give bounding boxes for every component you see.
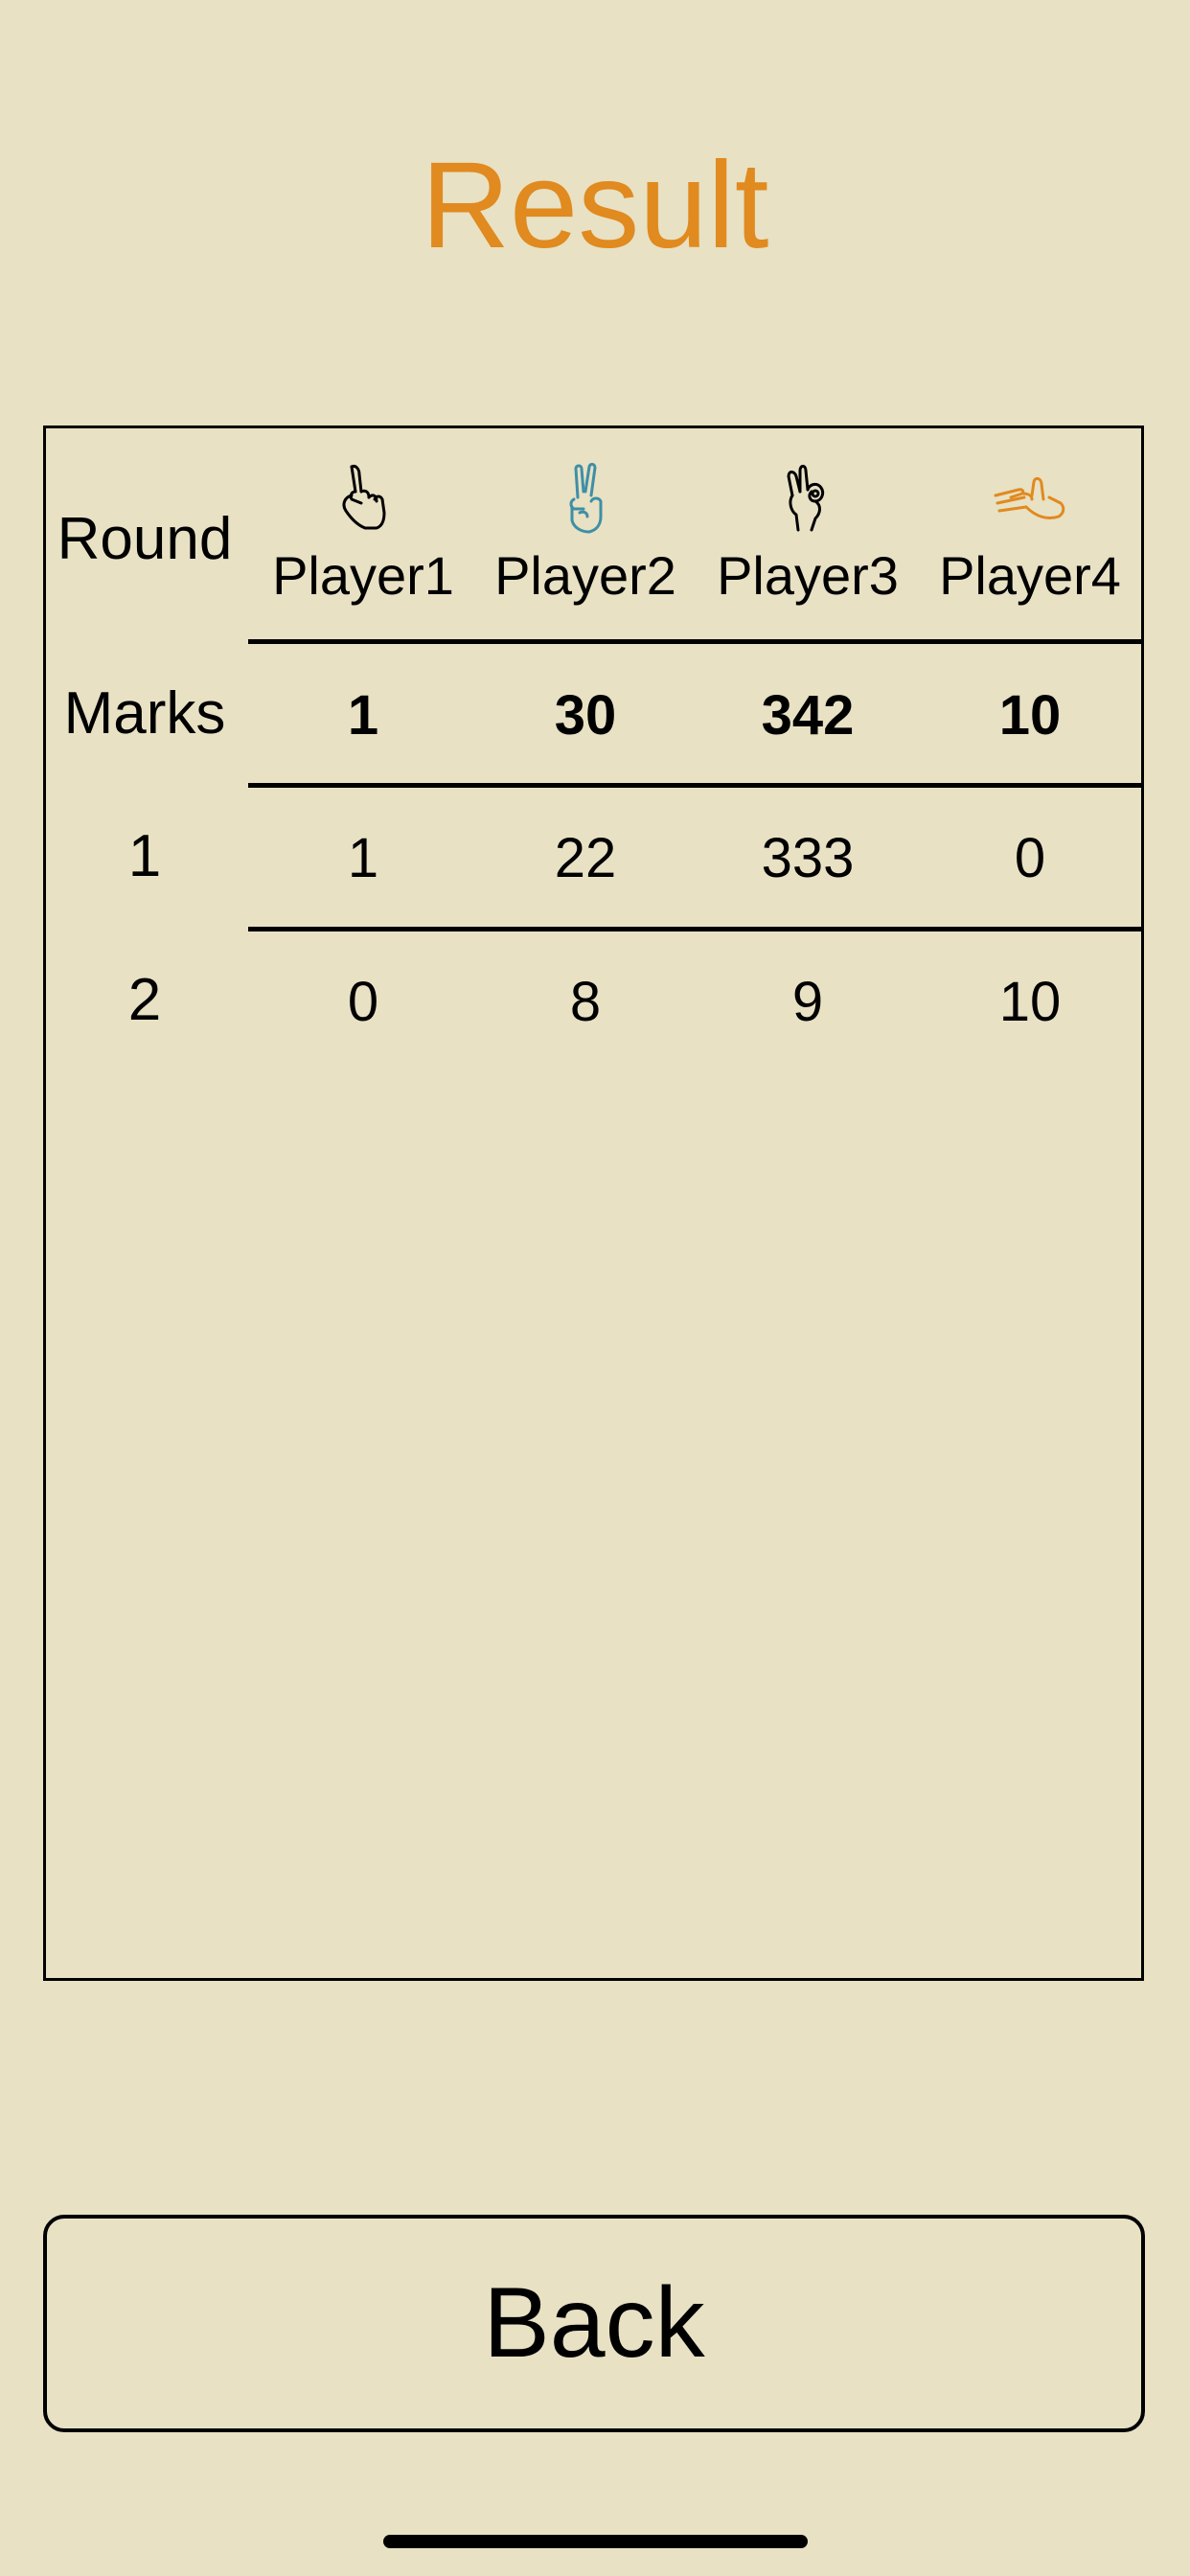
score-cell: 0 (347, 971, 379, 1033)
divider (248, 639, 1141, 644)
player-name: Player1 (272, 545, 454, 606)
divider (248, 927, 1141, 932)
open-hand-icon (994, 476, 1065, 520)
round-row-label: 2 (127, 967, 162, 1033)
results-table: Round Player1 Player2 Player3 Player4 Ma… (43, 426, 1144, 1981)
back-button[interactable]: Back (43, 2215, 1145, 2432)
score-cell: 333 (761, 827, 855, 889)
pointing-hand-icon (342, 465, 386, 530)
round-column-header: Round (57, 506, 233, 572)
player-header-1: Player1 (258, 457, 469, 607)
marks-cell: 10 (998, 684, 1062, 747)
player-name: Player3 (717, 545, 899, 606)
page-title: Result (421, 137, 769, 274)
divider (248, 783, 1141, 788)
round-row-label: 1 (127, 823, 162, 889)
score-cell: 22 (554, 827, 617, 889)
player-name: Player2 (494, 545, 676, 606)
ok-hand-icon (787, 465, 825, 532)
marks-cell: 30 (554, 684, 617, 747)
player-header-4: Player4 (925, 457, 1135, 607)
marks-row-label: Marks (63, 680, 226, 747)
player-name: Player4 (939, 545, 1121, 606)
score-cell: 0 (1014, 827, 1046, 889)
player-header-3: Player3 (702, 457, 913, 607)
score-cell: 10 (998, 971, 1062, 1033)
home-indicator[interactable] (383, 2535, 808, 2548)
score-cell: 9 (791, 971, 824, 1033)
score-cell: 8 (569, 971, 602, 1033)
victory-hand-icon (569, 463, 603, 534)
player-header-2: Player2 (480, 457, 691, 607)
score-cell: 1 (347, 827, 379, 889)
marks-cell: 342 (761, 684, 855, 747)
marks-cell: 1 (347, 684, 379, 747)
